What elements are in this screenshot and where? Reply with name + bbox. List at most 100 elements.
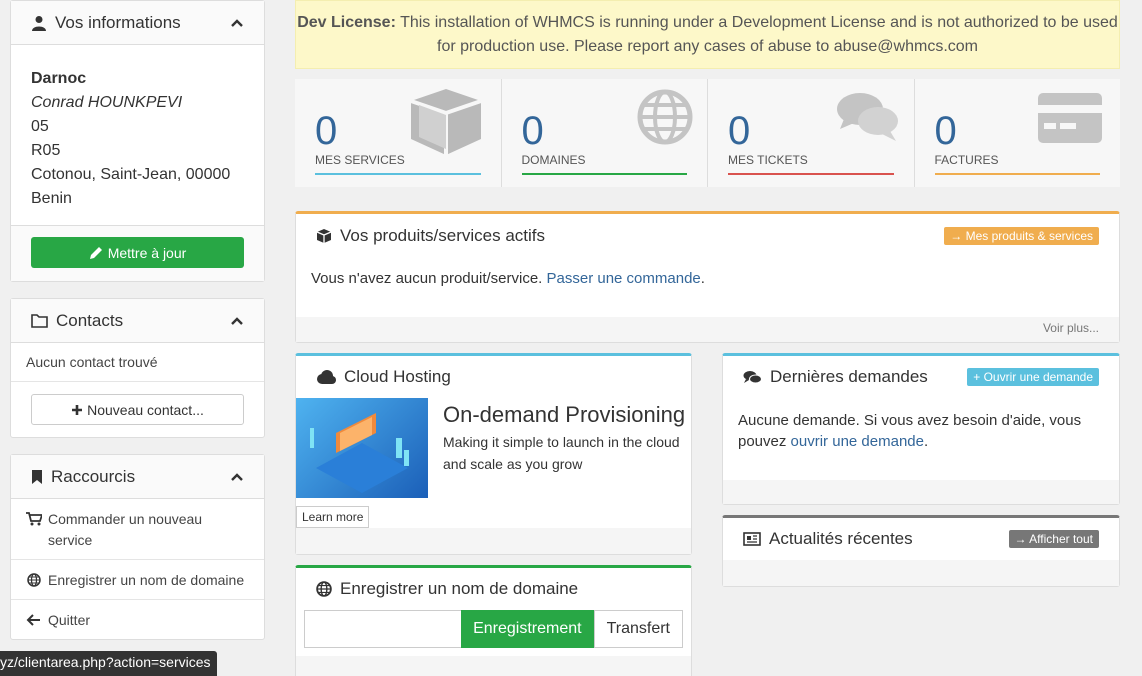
contacts-card: Contacts Aucun contact trouvé Nouveau co… xyxy=(10,298,265,438)
cloud-icon xyxy=(317,370,336,384)
stat-bar xyxy=(521,173,687,175)
my-products-button[interactable]: → Mes produits & services xyxy=(944,227,1099,245)
new-contact-label: Nouveau contact... xyxy=(87,401,204,418)
chevron-up-icon[interactable] xyxy=(230,16,244,30)
no-contact-text: Aucun contact trouvé xyxy=(11,343,264,382)
new-contact-button[interactable]: Nouveau contact... xyxy=(31,394,244,425)
info-card: Vos informations Darnoc Conrad HOUNKPEVI… xyxy=(10,0,265,282)
cart-icon xyxy=(26,512,42,526)
cloud-footer xyxy=(296,528,691,554)
open-ticket-label: Ouvrir une demande xyxy=(983,370,1093,384)
products-panel: Vos produits/services actifs → Mes produ… xyxy=(295,211,1120,343)
news-footer xyxy=(723,560,1119,586)
plus-icon xyxy=(72,404,83,415)
tickets-panel: Dernières demandes + Ouvrir une demande … xyxy=(722,353,1120,505)
news-title: Actualités récentes xyxy=(769,529,913,548)
company-name: Darnoc xyxy=(31,70,87,87)
products-title: Vos produits/services actifs xyxy=(340,226,546,245)
stats-tiles: 0 MES SERVICES 0 DOMAINES 0 MES TICKETS … xyxy=(295,79,1120,187)
info-card-title: Vos informations xyxy=(55,12,181,32)
stat-label: DOMAINES xyxy=(521,153,586,167)
contacts-card-header[interactable]: Contacts xyxy=(11,299,264,343)
shortcut-order-service[interactable]: Commander un nouveau service xyxy=(11,499,264,560)
register-button[interactable]: Enregistrement xyxy=(461,610,594,648)
user-icon xyxy=(32,15,46,31)
shortcuts-card-title: Raccourcis xyxy=(51,466,136,486)
open-ticket-button[interactable]: + Ouvrir une demande xyxy=(967,368,1099,386)
cloud-title: Cloud Hosting xyxy=(344,367,451,386)
open-ticket-link[interactable]: ouvrir une demande xyxy=(791,433,924,450)
left-column: Cloud Hosting On-demand Provisioning Mak… xyxy=(295,353,692,676)
shortcuts-card: Raccourcis Commander un nouveau service … xyxy=(10,454,265,640)
license-bold: Dev License: xyxy=(297,14,396,31)
shortcut-label: Enregistrer un nom de domaine xyxy=(48,572,245,588)
info-card-header[interactable]: Vos informations xyxy=(11,1,264,45)
see-more-link[interactable]: Voir plus... xyxy=(1043,321,1099,335)
domain-panel: Enregistrer un nom de domaine Enregistre… xyxy=(295,565,692,676)
chevron-up-icon[interactable] xyxy=(230,470,244,484)
cloud-header: Cloud Hosting xyxy=(296,356,691,398)
stat-tickets[interactable]: 0 MES TICKETS xyxy=(708,79,915,187)
country: Benin xyxy=(31,190,72,207)
cloud-heading: On-demand Provisioning xyxy=(443,402,686,427)
stat-label: FACTURES xyxy=(934,153,999,167)
products-body: Vous n'avez aucun produit/service. Passe… xyxy=(311,270,705,287)
stat-services[interactable]: 0 MES SERVICES xyxy=(295,79,502,187)
stat-label: MES TICKETS xyxy=(728,153,808,167)
city-line: Cotonou, Saint-Jean, 00000 xyxy=(31,166,231,183)
shortcut-label: Commander un nouveau service xyxy=(48,511,203,548)
globe-icon xyxy=(316,581,332,597)
contacts-footer: Nouveau contact... xyxy=(11,382,264,437)
view-all-button[interactable]: → Afficher tout xyxy=(1008,530,1099,548)
chevron-up-icon[interactable] xyxy=(230,314,244,328)
transfer-button[interactable]: Transfert xyxy=(593,610,683,648)
globe-icon xyxy=(637,89,693,145)
products-header: Vos produits/services actifs → Mes produ… xyxy=(296,214,1119,258)
cloud-desc: Making it simple to launch in the cloud … xyxy=(443,434,680,472)
cube-icon xyxy=(409,89,482,155)
stat-bar xyxy=(934,173,1100,175)
update-label: Mettre à jour xyxy=(107,244,187,261)
address-line2: R05 xyxy=(31,142,61,159)
credit-card-icon xyxy=(1038,93,1102,143)
address-line1: 05 xyxy=(31,118,49,135)
stat-domains[interactable]: 0 DOMAINES xyxy=(502,79,708,187)
browser-status-url: yz/clientarea.php?action=services xyxy=(0,651,217,676)
domain-search-row: Enregistrement Transfert xyxy=(304,610,683,648)
no-products-text: Vous n'avez aucun produit/service. xyxy=(311,270,543,287)
my-products-label: Mes produits & services xyxy=(965,229,1093,243)
sidebar: Vos informations Darnoc Conrad HOUNKPEVI… xyxy=(10,0,265,656)
dev-license-banner: Dev License: This installation of WHMCS … xyxy=(295,0,1120,69)
products-footer: Voir plus... xyxy=(296,317,1119,342)
domain-title: Enregistrer un nom de domaine xyxy=(340,579,579,598)
stat-bar xyxy=(728,173,894,175)
tickets-title: Dernières demandes xyxy=(770,367,928,386)
pencil-icon xyxy=(89,246,102,259)
shortcuts-card-header[interactable]: Raccourcis xyxy=(11,455,264,499)
contacts-card-title: Contacts xyxy=(56,310,124,330)
news-panel: Actualités récentes → Afficher tout xyxy=(722,515,1120,587)
tickets-header: Dernières demandes + Ouvrir une demande xyxy=(723,356,1119,398)
arrow-left-icon xyxy=(26,614,40,626)
no-contact-label: Aucun contact trouvé xyxy=(26,354,158,370)
license-text: This installation of WHMCS is running un… xyxy=(400,14,1118,55)
order-link[interactable]: Passer une commande xyxy=(547,270,701,287)
globe-icon xyxy=(27,573,41,587)
stat-bar xyxy=(315,173,481,175)
domain-header: Enregistrer un nom de domaine xyxy=(296,568,691,610)
tickets-body: Aucune demande. Si vous avez besoin d'ai… xyxy=(738,412,1082,450)
comments-icon xyxy=(836,93,898,141)
learn-more-button[interactable]: Learn more xyxy=(296,506,370,528)
cloud-text: On-demand Provisioning Making it simple … xyxy=(428,398,691,530)
cloud-panel: Cloud Hosting On-demand Provisioning Mak… xyxy=(295,353,692,555)
shortcut-logout[interactable]: Quitter xyxy=(11,600,264,639)
shortcut-register-domain[interactable]: Enregistrer un nom de domaine xyxy=(11,560,264,600)
news-header: Actualités récentes → Afficher tout xyxy=(723,518,1119,560)
stat-invoices[interactable]: 0 FACTURES xyxy=(915,79,1121,187)
domain-input[interactable] xyxy=(304,610,462,648)
newspaper-icon xyxy=(743,532,761,546)
update-button[interactable]: Mettre à jour xyxy=(31,237,244,268)
comments-icon xyxy=(743,370,762,383)
info-footer: Mettre à jour xyxy=(11,225,264,281)
bookmark-icon xyxy=(32,469,42,484)
